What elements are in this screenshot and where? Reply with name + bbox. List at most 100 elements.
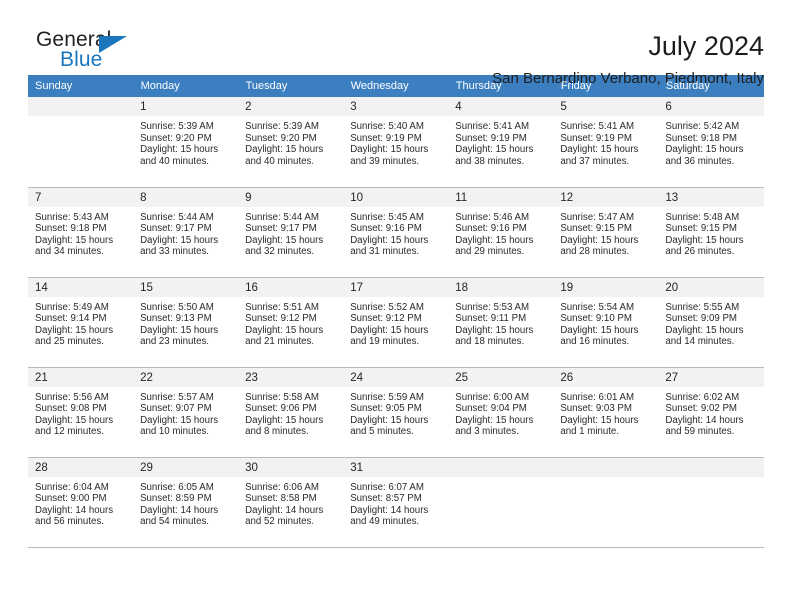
calendar-day-cell[interactable]: 23 Sunrise: 5:58 AM Sunset: 9:06 PM Dayligh…	[238, 367, 344, 457]
daylight-duration-line2: and 16 minutes.	[560, 336, 630, 348]
sunset-time: Sunset: 9:16 PM	[350, 223, 422, 235]
calendar-day-cell[interactable]: 28 Sunrise: 6:04 AM Sunset: 9:00 PM Dayligh…	[28, 457, 134, 547]
sunset-time: Sunset: 8:57 PM	[350, 493, 422, 505]
general-blue-logo[interactable]: General Blue	[28, 28, 158, 80]
sunrise-time: Sunrise: 5:44 AM	[245, 211, 319, 223]
day-cell-content: 19 Sunrise: 5:54 AM Sunset: 9:10 PM Dayligh…	[553, 277, 659, 367]
day-cell-content: 15 Sunrise: 5:50 AM Sunset: 9:13 PM Dayligh…	[133, 277, 239, 367]
day-number: 8	[133, 187, 239, 207]
daylight-duration-line2: and 10 minutes.	[140, 426, 209, 438]
calendar-day-cell[interactable]: 18 Sunrise: 5:53 AM Sunset: 9:11 PM Dayligh…	[448, 277, 554, 367]
daylight-duration-line2: and 52 minutes.	[245, 516, 315, 528]
calendar-day-cell[interactable]: 19 Sunrise: 5:54 AM Sunset: 9:10 PM Dayligh…	[553, 277, 659, 367]
calendar-day-cell[interactable]: 13 Sunrise: 5:48 AM Sunset: 9:15 PM Dayligh…	[658, 187, 764, 277]
calendar-body: 1 Sunrise: 5:39 AM Sunset: 9:20 PM Daylight…	[28, 97, 764, 547]
day-details: Sunrise: 5:48 AM Sunset: 9:15 PM Daylight:…	[658, 207, 763, 258]
day-details: Sunrise: 5:46 AM Sunset: 9:16 PM Daylight:…	[448, 207, 553, 258]
day-number: 25	[448, 367, 554, 387]
sunset-time: Sunset: 9:03 PM	[560, 403, 632, 415]
day-cell-content: 11 Sunrise: 5:46 AM Sunset: 9:16 PM Dayligh…	[448, 187, 554, 277]
day-number: 29	[133, 457, 239, 477]
day-number: 3	[343, 97, 449, 116]
sunset-time: Sunset: 9:15 PM	[560, 223, 632, 235]
sunset-time: Sunset: 9:19 PM	[455, 132, 527, 144]
day-details: Sunrise: 5:39 AM Sunset: 9:20 PM Daylight:…	[133, 116, 238, 167]
day-cell-content: 9 Sunrise: 5:44 AM Sunset: 9:17 PM Daylight…	[238, 187, 344, 277]
sunset-time: Sunset: 9:12 PM	[245, 313, 317, 325]
sunrise-time: Sunrise: 5:44 AM	[140, 211, 214, 223]
calendar-day-cell[interactable]: 10 Sunrise: 5:45 AM Sunset: 9:16 PM Dayligh…	[343, 187, 449, 277]
daylight-duration-line2: and 34 minutes.	[35, 246, 104, 258]
calendar-day-cell[interactable]: 25 Sunrise: 6:00 AM Sunset: 9:04 PM Dayligh…	[448, 367, 554, 457]
calendar-day-cell[interactable]: 21 Sunrise: 5:56 AM Sunset: 9:08 PM Dayligh…	[28, 367, 134, 457]
calendar-empty-cell	[553, 457, 659, 547]
day-cell-content: 1 Sunrise: 5:39 AM Sunset: 9:20 PM Daylight…	[133, 97, 239, 186]
daylight-duration-line1: Daylight: 14 hours	[245, 504, 324, 516]
calendar-day-cell[interactable]: 24 Sunrise: 5:59 AM Sunset: 9:05 PM Dayligh…	[343, 367, 449, 457]
day-details: Sunrise: 6:01 AM Sunset: 9:03 PM Daylight:…	[553, 387, 658, 438]
day-cell-content: 6 Sunrise: 5:42 AM Sunset: 9:18 PM Daylight…	[658, 97, 764, 186]
calendar-week-row: 21 Sunrise: 5:56 AM Sunset: 9:08 PM Dayligh…	[28, 367, 764, 457]
daylight-duration-line1: Daylight: 15 hours	[245, 324, 324, 336]
calendar-day-cell[interactable]: 20 Sunrise: 5:55 AM Sunset: 9:09 PM Dayligh…	[658, 277, 764, 367]
calendar-day-cell[interactable]: 11 Sunrise: 5:46 AM Sunset: 9:16 PM Dayligh…	[448, 187, 554, 277]
day-details: Sunrise: 5:42 AM Sunset: 9:18 PM Daylight:…	[658, 116, 763, 167]
calendar-day-cell[interactable]: 3 Sunrise: 5:40 AM Sunset: 9:19 PM Daylight…	[343, 97, 449, 187]
day-cell-content: 14 Sunrise: 5:49 AM Sunset: 9:14 PM Dayligh…	[28, 277, 134, 367]
day-number: 22	[133, 367, 239, 387]
calendar-day-cell[interactable]: 12 Sunrise: 5:47 AM Sunset: 9:15 PM Dayligh…	[553, 187, 659, 277]
calendar-day-cell[interactable]: 7 Sunrise: 5:43 AM Sunset: 9:18 PM Daylight…	[28, 187, 134, 277]
calendar-day-cell[interactable]: 2 Sunrise: 5:39 AM Sunset: 9:20 PM Daylight…	[238, 97, 344, 187]
daylight-duration-line1: Daylight: 15 hours	[560, 144, 639, 156]
day-details: Sunrise: 6:02 AM Sunset: 9:02 PM Daylight:…	[658, 387, 763, 438]
sunset-time: Sunset: 9:20 PM	[245, 132, 317, 144]
sunrise-time: Sunrise: 5:41 AM	[560, 121, 635, 132]
day-cell-content: 23 Sunrise: 5:58 AM Sunset: 9:06 PM Dayligh…	[238, 367, 344, 457]
day-cell-content: 17 Sunrise: 5:52 AM Sunset: 9:12 PM Dayligh…	[343, 277, 449, 367]
day-number: 10	[343, 187, 449, 207]
day-number: 16	[238, 277, 344, 297]
calendar-day-cell[interactable]: 29 Sunrise: 6:05 AM Sunset: 8:59 PM Dayligh…	[133, 457, 239, 547]
sunset-time: Sunset: 9:07 PM	[140, 403, 212, 415]
sunset-time: Sunset: 9:02 PM	[665, 403, 737, 415]
calendar-day-cell[interactable]: 9 Sunrise: 5:44 AM Sunset: 9:17 PM Daylight…	[238, 187, 344, 277]
calendar-day-cell[interactable]: 8 Sunrise: 5:44 AM Sunset: 9:17 PM Daylight…	[133, 187, 239, 277]
calendar-day-cell[interactable]: 16 Sunrise: 5:51 AM Sunset: 9:12 PM Dayligh…	[238, 277, 344, 367]
day-cell-content	[448, 457, 554, 547]
daylight-duration-line1: Daylight: 15 hours	[455, 144, 534, 156]
daylight-duration-line1: Daylight: 15 hours	[560, 414, 639, 426]
day-cell-content: 29 Sunrise: 6:05 AM Sunset: 8:59 PM Dayligh…	[133, 457, 239, 547]
sunset-time: Sunset: 9:17 PM	[245, 223, 317, 235]
calendar-day-cell[interactable]: 22 Sunrise: 5:57 AM Sunset: 9:07 PM Dayligh…	[133, 367, 239, 457]
calendar-day-cell[interactable]: 30 Sunrise: 6:06 AM Sunset: 8:58 PM Dayligh…	[238, 457, 344, 547]
sunset-time: Sunset: 9:15 PM	[665, 223, 737, 235]
sunset-time: Sunset: 9:17 PM	[140, 223, 212, 235]
sunrise-time: Sunrise: 5:50 AM	[140, 301, 214, 313]
sunset-time: Sunset: 9:16 PM	[455, 223, 527, 235]
calendar-day-cell[interactable]: 1 Sunrise: 5:39 AM Sunset: 9:20 PM Daylight…	[133, 97, 239, 187]
calendar-day-cell[interactable]: 5 Sunrise: 5:41 AM Sunset: 9:19 PM Daylight…	[553, 97, 659, 187]
day-cell-content: 18 Sunrise: 5:53 AM Sunset: 9:11 PM Dayligh…	[448, 277, 554, 367]
day-number: 5	[553, 97, 659, 116]
day-number	[658, 457, 764, 477]
sunset-time: Sunset: 9:13 PM	[140, 313, 212, 325]
logo-word-blue: Blue	[60, 48, 103, 71]
calendar-day-cell[interactable]: 4 Sunrise: 5:41 AM Sunset: 9:19 PM Daylight…	[448, 97, 554, 187]
calendar-day-cell[interactable]: 17 Sunrise: 5:52 AM Sunset: 9:12 PM Dayligh…	[343, 277, 449, 367]
calendar-day-cell[interactable]: 31 Sunrise: 6:07 AM Sunset: 8:57 PM Dayligh…	[343, 457, 449, 547]
calendar-day-cell[interactable]: 15 Sunrise: 5:50 AM Sunset: 9:13 PM Dayligh…	[133, 277, 239, 367]
calendar-day-cell[interactable]: 27 Sunrise: 6:02 AM Sunset: 9:02 PM Dayligh…	[658, 367, 764, 457]
calendar-week-row: 1 Sunrise: 5:39 AM Sunset: 9:20 PM Daylight…	[28, 97, 764, 187]
daylight-duration-line2: and 40 minutes.	[140, 155, 209, 167]
daylight-duration-line1: Daylight: 15 hours	[560, 234, 639, 246]
sunrise-time: Sunrise: 6:05 AM	[140, 481, 214, 493]
calendar-day-cell[interactable]: 14 Sunrise: 5:49 AM Sunset: 9:14 PM Dayligh…	[28, 277, 134, 367]
sunrise-time: Sunrise: 5:59 AM	[350, 391, 424, 403]
sunrise-time: Sunrise: 5:54 AM	[560, 301, 635, 313]
calendar-day-cell[interactable]: 6 Sunrise: 5:42 AM Sunset: 9:18 PM Daylight…	[658, 97, 764, 187]
day-cell-content: 16 Sunrise: 5:51 AM Sunset: 9:12 PM Dayligh…	[238, 277, 344, 367]
day-cell-content: 5 Sunrise: 5:41 AM Sunset: 9:19 PM Daylight…	[553, 97, 659, 186]
calendar-week-row: 28 Sunrise: 6:04 AM Sunset: 9:00 PM Dayligh…	[28, 457, 764, 547]
day-number: 18	[448, 277, 554, 297]
calendar-day-cell[interactable]: 26 Sunrise: 6:01 AM Sunset: 9:03 PM Dayligh…	[553, 367, 659, 457]
